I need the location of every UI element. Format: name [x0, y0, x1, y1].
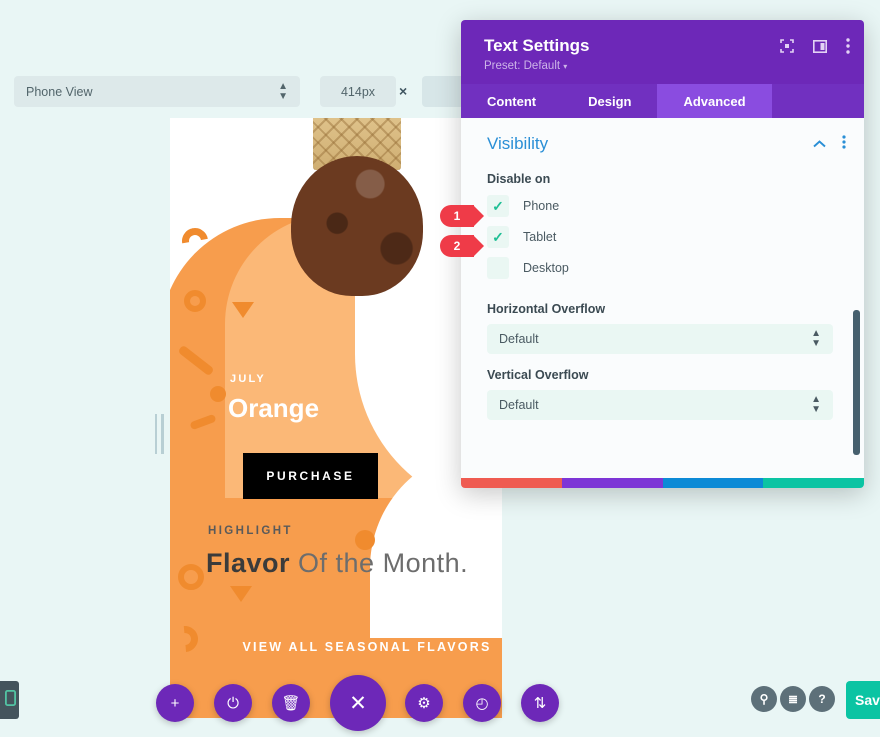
flavor-bold: Flavor: [206, 548, 291, 578]
deco-dot-2-icon: [355, 530, 375, 550]
vertical-overflow-value: Default: [499, 398, 539, 412]
builder-bottom-toolbar: + ⏻ 🗑 ✕ ⚙ ◴ ⇅: [0, 665, 880, 737]
preset-label: Preset: Default: [484, 60, 561, 72]
modal-footer: ✖ ↺ ↻ ✔: [461, 478, 864, 488]
updown-arrows-icon: ▲ ▼: [278, 80, 288, 102]
view-mode-label: Phone View: [26, 84, 93, 99]
redo-button[interactable]: ↻: [662, 478, 764, 488]
purchase-button[interactable]: PURCHASE: [243, 453, 378, 499]
flavor-headline: Flavor Of the Month.: [206, 548, 468, 579]
panel-layout-icon[interactable]: [813, 39, 827, 53]
deco-triangle-2-icon: [230, 586, 252, 602]
deco-ring-icon: [184, 290, 206, 312]
more-vertical-icon[interactable]: [846, 38, 850, 54]
focus-target-icon[interactable]: [780, 39, 794, 53]
highlight-label: HIGHLIGHT: [208, 525, 293, 537]
add-icon[interactable]: +: [156, 684, 194, 722]
search-icon[interactable]: ⚲: [751, 686, 777, 712]
history-clock-icon[interactable]: ◴: [463, 684, 501, 722]
tab-filler: [772, 84, 864, 118]
section-title: Visibility: [487, 134, 549, 153]
updown-arrows-icon: ▲ ▼: [811, 328, 821, 349]
annotation-pin-2: 2: [440, 235, 484, 257]
section-more-vertical-icon[interactable]: [842, 134, 846, 154]
handle-line: [154, 414, 157, 454]
mobile-device-tab[interactable]: [0, 681, 19, 719]
modal-header-icons: [780, 38, 850, 54]
horizontal-overflow-value: Default: [499, 332, 539, 346]
modal-body: Visibility Disable on ✓ Phone ✓ Tablet D…: [461, 118, 864, 478]
viewport-width-input[interactable]: 414px: [320, 76, 396, 107]
tab-advanced[interactable]: Advanced: [657, 84, 772, 118]
desktop-label: Desktop: [523, 261, 569, 275]
power-icon[interactable]: ⏻: [214, 684, 252, 722]
chevron-down-icon: ▾: [563, 62, 568, 71]
checkbox-row-desktop[interactable]: Desktop: [461, 257, 864, 288]
resize-drag-handle[interactable]: [152, 412, 166, 456]
checkbox-row-phone[interactable]: ✓ Phone: [461, 195, 864, 226]
undo-button[interactable]: ↺: [561, 478, 663, 488]
annotation-pin-1: 1: [440, 205, 484, 227]
dimension-separator: ×: [399, 83, 408, 99]
cancel-button[interactable]: ✖: [461, 478, 562, 488]
modal-tabs: Content Design Advanced: [461, 84, 864, 118]
chevron-up-icon[interactable]: [813, 135, 826, 153]
view-mode-select[interactable]: Phone View ▲ ▼: [14, 76, 300, 107]
save-button[interactable]: Save: [846, 681, 880, 719]
vertical-overflow-label: Vertical Overflow: [487, 368, 589, 382]
phone-label: Phone: [523, 199, 560, 213]
tablet-label: Tablet: [523, 230, 557, 244]
hero-title: Orange: [228, 393, 320, 423]
section-icons: [813, 134, 846, 154]
close-icon[interactable]: ✕: [330, 675, 386, 731]
view-all-flavors-button[interactable]: VIEW ALL SEASONAL FLAVORS: [232, 626, 502, 668]
chocolate-scoop: [291, 156, 423, 296]
preset-selector[interactable]: Preset: Default ▾: [484, 60, 846, 72]
horizontal-overflow-label: Horizontal Overflow: [487, 302, 606, 316]
mobile-device-icon: [4, 689, 16, 711]
desktop-checkbox[interactable]: [487, 257, 509, 279]
disable-on-label: Disable on: [487, 172, 551, 186]
trash-icon[interactable]: 🗑: [272, 684, 310, 722]
builder-screen: JULY Orange PURCHASE HIGHLIGHT Flavor Of…: [0, 0, 880, 737]
vertical-overflow-select[interactable]: Default ▲ ▼: [487, 390, 833, 420]
panel-scrollbar[interactable]: [853, 310, 860, 455]
horizontal-overflow-select[interactable]: Default ▲ ▼: [487, 324, 833, 354]
phone-checkbox[interactable]: ✓: [487, 195, 509, 217]
layers-icon[interactable]: ≣: [780, 686, 806, 712]
visibility-section-header: Visibility: [461, 118, 864, 154]
sort-arrows-icon[interactable]: ⇅: [521, 684, 559, 722]
modal-header: Text Settings Preset: Default ▾: [461, 20, 864, 84]
deco-triangle-icon: [232, 302, 254, 318]
ice-cream-cone-image: [275, 118, 435, 368]
hero-eyebrow: JULY: [230, 373, 266, 385]
handle-line: [161, 414, 164, 454]
checkbox-row-tablet[interactable]: ✓ Tablet: [461, 226, 864, 257]
tablet-checkbox[interactable]: ✓: [487, 226, 509, 248]
help-icon[interactable]: ?: [809, 686, 835, 712]
text-settings-modal: Text Settings Preset: Default ▾ Content …: [461, 20, 864, 488]
gear-icon[interactable]: ⚙: [405, 684, 443, 722]
tab-design[interactable]: Design: [562, 84, 657, 118]
tab-content[interactable]: Content: [461, 84, 562, 118]
save-settings-button[interactable]: ✔: [763, 478, 864, 488]
deco-dot-icon: [210, 386, 226, 402]
updown-arrows-icon: ▲ ▼: [811, 394, 821, 415]
deco-ring-2-icon: [178, 564, 204, 590]
flavor-rest: Of the Month.: [290, 548, 469, 578]
